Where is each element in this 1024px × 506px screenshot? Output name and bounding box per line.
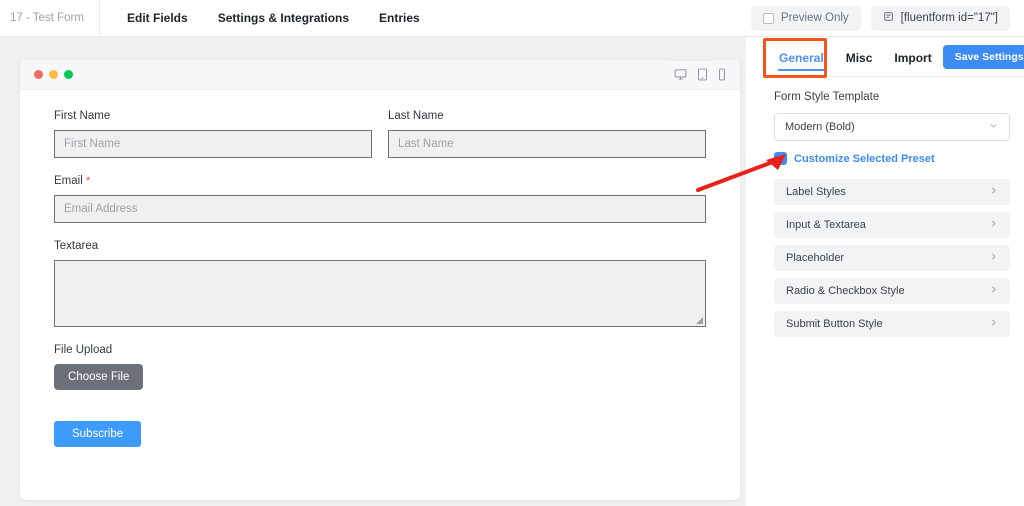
accordion-item-placeholder[interactable]: Placeholder: [774, 245, 1010, 271]
chevron-right-icon: [989, 252, 998, 264]
email-input[interactable]: Email Address: [54, 195, 706, 223]
accordion-label: Submit Button Style: [786, 318, 883, 330]
close-dot-icon: [34, 70, 43, 79]
field-label-textarea: Textarea: [54, 240, 706, 252]
style-accordion-list: Label Styles Input & Textarea Placeholde…: [774, 179, 1010, 337]
primary-nav-tabs: Edit Fields Settings & Integrations Entr…: [100, 0, 435, 37]
field-last-name: Last Name Last Name: [388, 110, 706, 158]
accordion-label: Label Styles: [786, 186, 846, 198]
field-label-file-upload: File Upload: [54, 344, 706, 356]
form-preview-pane: Tablet: [0, 37, 746, 506]
pane-gutter: [746, 37, 760, 506]
field-label-last-name: Last Name: [388, 110, 706, 122]
field-textarea: Textarea: [54, 240, 706, 327]
first-name-input[interactable]: First Name: [54, 130, 372, 158]
chevron-right-icon: [989, 219, 998, 231]
settings-tab-bar: General Misc Import Save Settings: [760, 37, 1024, 77]
accordion-item-input-textarea[interactable]: Input & Textarea: [774, 212, 1010, 238]
chevron-right-icon: [989, 285, 998, 297]
shortcode-text: [fluentform id="17"]: [901, 12, 998, 24]
save-settings-button[interactable]: Save Settings: [943, 45, 1024, 69]
shortcode-copy-button[interactable]: [fluentform id="17"]: [871, 6, 1010, 31]
settings-pane: General Misc Import Save Settings Form S…: [760, 37, 1024, 506]
device-preview-switcher: [674, 68, 726, 81]
form-style-template-select[interactable]: Modern (Bold): [774, 113, 1010, 141]
preview-only-label: Preview Only: [781, 12, 849, 24]
chevron-right-icon: [989, 186, 998, 198]
preview-card: Tablet: [20, 60, 740, 500]
field-file-upload: File Upload Choose File: [54, 344, 706, 390]
accordion-item-radio-checkbox-style[interactable]: Radio & Checkbox Style: [774, 278, 1010, 304]
settings-body: Form Style Template Modern (Bold) Custom…: [760, 77, 1024, 337]
preview-only-checkbox[interactable]: [763, 13, 774, 24]
name-fields-row: First Name First Name Last Name Last Nam…: [54, 110, 706, 175]
nav-tab-settings-integrations[interactable]: Settings & Integrations: [203, 0, 364, 37]
tab-import[interactable]: Import: [883, 37, 942, 77]
textarea-input[interactable]: [54, 260, 706, 327]
field-label-first-name: First Name: [54, 110, 372, 122]
preview-form-body: First Name First Name Last Name Last Nam…: [20, 90, 740, 447]
last-name-input[interactable]: Last Name: [388, 130, 706, 158]
last-name-placeholder: Last Name: [398, 138, 454, 150]
preview-only-toggle[interactable]: Preview Only: [751, 6, 861, 31]
chevron-down-icon: [988, 120, 999, 134]
form-style-template-label: Form Style Template: [774, 91, 1010, 103]
desktop-icon[interactable]: [674, 68, 687, 81]
form-title: 17 - Test Form: [0, 0, 100, 37]
form-style-template-value: Modern (Bold): [785, 121, 855, 133]
mobile-icon[interactable]: [718, 68, 726, 81]
nav-tab-entries[interactable]: Entries: [364, 0, 435, 37]
preview-window-chrome: Tablet: [20, 60, 740, 90]
email-placeholder: Email Address: [64, 203, 138, 215]
first-name-placeholder: First Name: [64, 138, 120, 150]
tab-misc[interactable]: Misc: [835, 37, 884, 77]
minimize-dot-icon: [49, 70, 58, 79]
tablet-tooltip: Tablet: [668, 60, 713, 61]
chevron-right-icon: [989, 318, 998, 330]
accordion-item-label-styles[interactable]: Label Styles: [774, 179, 1010, 205]
accordion-label: Radio & Checkbox Style: [786, 285, 905, 297]
customize-preset-checkbox[interactable]: [774, 152, 787, 165]
field-label-email: Email *: [54, 175, 706, 187]
tablet-icon[interactable]: [697, 68, 708, 81]
accordion-item-submit-button-style[interactable]: Submit Button Style: [774, 311, 1010, 337]
field-first-name: First Name First Name: [54, 110, 372, 158]
customize-selected-preset-toggle[interactable]: Customize Selected Preset: [774, 152, 1010, 165]
tab-general[interactable]: General: [768, 37, 835, 77]
accordion-label: Input & Textarea: [786, 219, 866, 231]
accordion-label: Placeholder: [786, 252, 844, 264]
top-header-actions: Preview Only [fluentform id="17"]: [751, 6, 1024, 31]
top-header-bar: 17 - Test Form Edit Fields Settings & In…: [0, 0, 1024, 37]
required-asterisk-icon: *: [86, 175, 90, 187]
choose-file-button[interactable]: Choose File: [54, 364, 143, 390]
field-email: Email * Email Address: [54, 175, 706, 223]
customize-preset-label: Customize Selected Preset: [794, 153, 935, 165]
maximize-dot-icon: [64, 70, 73, 79]
copy-icon: [883, 11, 894, 25]
email-label-text: Email: [54, 175, 83, 187]
window-dots: [34, 70, 73, 79]
nav-tab-edit-fields[interactable]: Edit Fields: [112, 0, 203, 37]
submit-button[interactable]: Subscribe: [54, 421, 141, 447]
